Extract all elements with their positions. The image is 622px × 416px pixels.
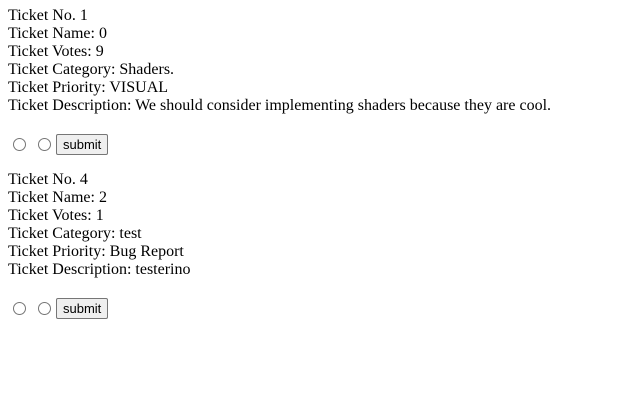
- vote-radio-1[interactable]: [13, 301, 26, 315]
- ticket-priority: Ticket Priority: Bug Report: [8, 243, 184, 260]
- ticket-number: Ticket No. 4: [8, 171, 88, 188]
- ticket-votes: Ticket Votes: 1: [8, 207, 104, 224]
- submit-button[interactable]: submit: [56, 133, 109, 155]
- ticket-card: Ticket No. 1 Ticket Name: 0 Ticket Votes…: [8, 7, 614, 155]
- ticket-controls: submit: [8, 297, 109, 319]
- ticket-number: Ticket No. 1: [8, 7, 88, 24]
- ticket-description: Ticket Description: testerino: [8, 261, 191, 278]
- vote-radio-2[interactable]: [38, 137, 51, 151]
- ticket-category: Ticket Category: test: [8, 225, 142, 242]
- ticket-card: Ticket No. 4 Ticket Name: 2 Ticket Votes…: [8, 171, 614, 319]
- ticket-description: Ticket Description: We should consider i…: [8, 97, 552, 114]
- ticket-votes: Ticket Votes: 9: [8, 43, 104, 60]
- vote-radio-1[interactable]: [13, 137, 26, 151]
- ticket-name: Ticket Name: 2: [8, 189, 107, 206]
- ticket-category: Ticket Category: Shaders.: [8, 61, 175, 78]
- ticket-name: Ticket Name: 0: [8, 25, 107, 42]
- ticket-controls: submit: [8, 133, 109, 155]
- submit-button[interactable]: submit: [56, 297, 109, 319]
- vote-radio-2[interactable]: [38, 301, 51, 315]
- ticket-priority: Ticket Priority: VISUAL: [8, 79, 169, 96]
